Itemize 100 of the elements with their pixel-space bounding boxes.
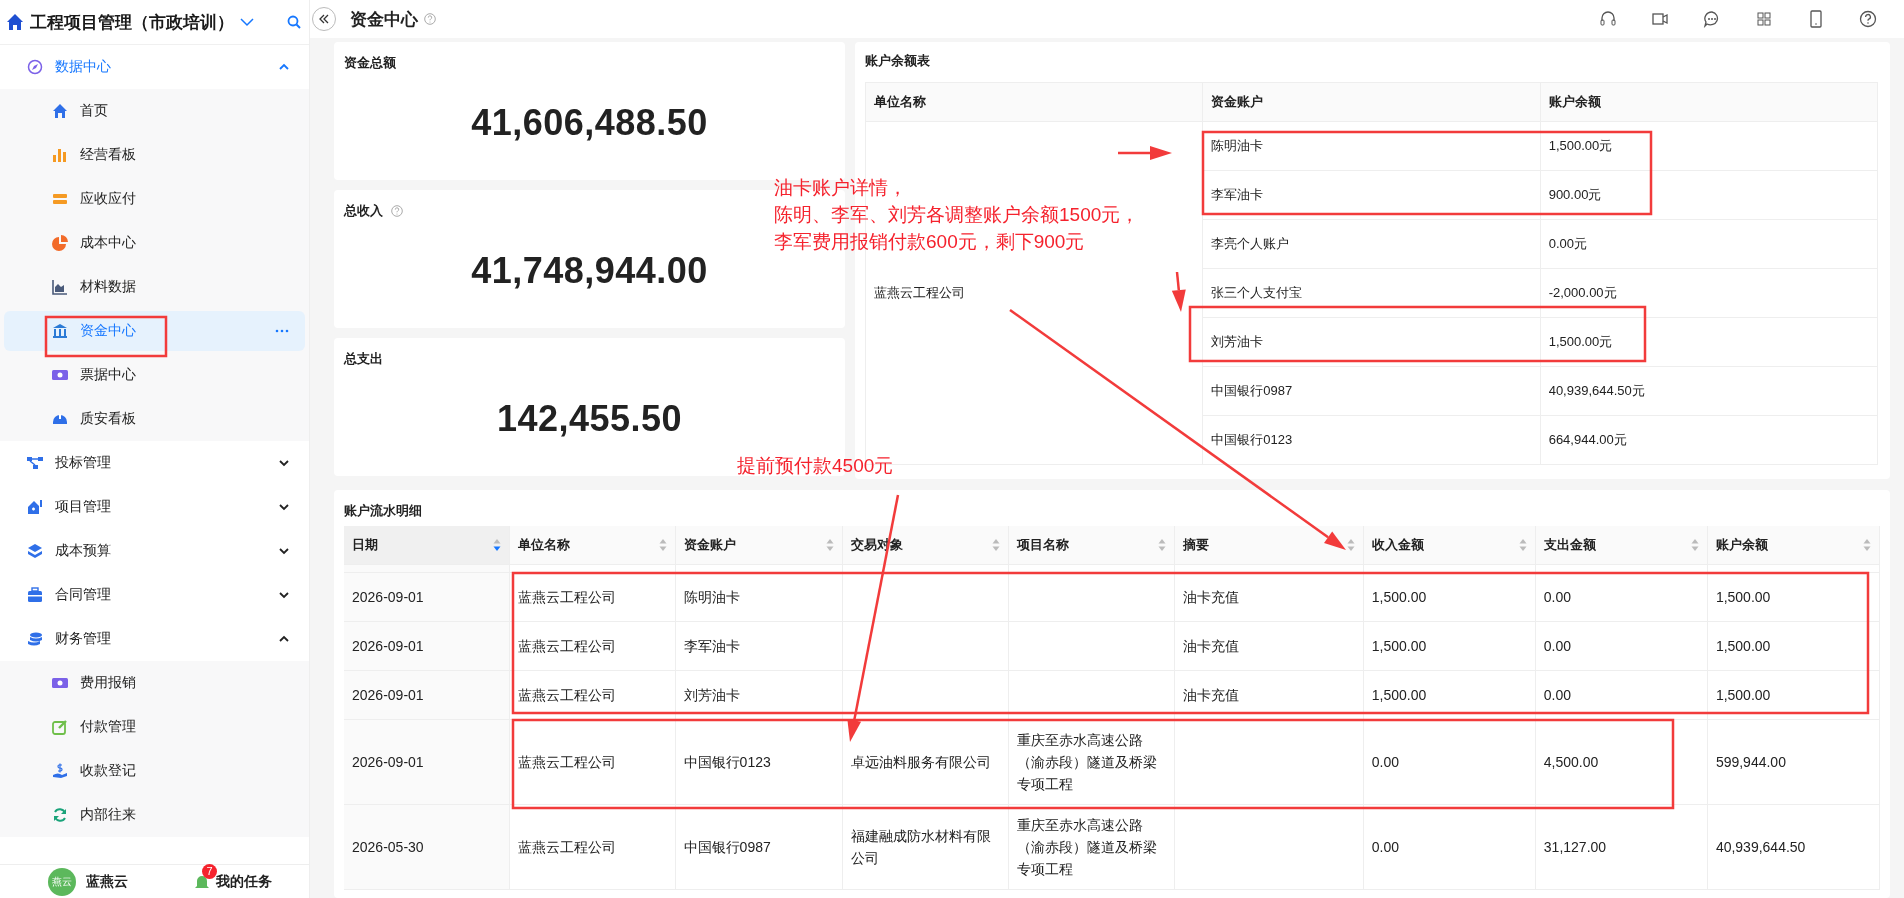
pie-chart-icon (52, 235, 68, 251)
grid-icon (1755, 10, 1773, 28)
menu-item[interactable]: 质安看板 (4, 399, 305, 439)
compass-icon (27, 59, 43, 75)
chevron-up-icon[interactable] (279, 634, 289, 644)
coins-icon (27, 631, 43, 647)
menu-group[interactable]: 项目管理 (0, 485, 309, 529)
stat-value: 142,455.50 (495, 398, 684, 440)
chevron-down-icon[interactable] (279, 590, 289, 600)
column-header: 账户余额 (1540, 82, 1878, 122)
table-cell: 1,500.00 (1707, 670, 1880, 719)
table-cell: 1,500.00 (1363, 572, 1536, 621)
menu-item[interactable]: 材料数据 (4, 267, 305, 307)
chat-icon (1703, 10, 1721, 28)
menu-item[interactable]: 费用报销 (4, 663, 305, 703)
bar-chart-icon (52, 147, 68, 163)
stack-icon (52, 191, 68, 207)
chevron-down-icon[interactable] (279, 458, 289, 468)
menu-group[interactable]: 投标管理 (0, 441, 309, 485)
refresh-icon (52, 807, 68, 823)
table-cell: 蓝燕云工程公司 (509, 719, 676, 804)
more-icon[interactable] (275, 329, 289, 333)
tasks-link[interactable]: 我的任务 (216, 872, 272, 891)
hand-coin-icon (52, 763, 68, 779)
table-cell: 0.00元 (1540, 219, 1878, 269)
table-cell: 4,500.00 (1535, 719, 1708, 804)
menu-item[interactable]: 内部往来 (4, 795, 305, 835)
table-cell: 中国银行0123 (675, 719, 843, 804)
section-title: 账户余额表 (865, 52, 931, 70)
table-cell: 664,944.00元 (1540, 415, 1878, 465)
stat-value: 41,748,944.00 (470, 250, 709, 292)
menu-group[interactable]: 数据中心 (0, 45, 309, 89)
menu-item[interactable]: 首页 (4, 91, 305, 131)
table-cell: -2,000.00元 (1540, 268, 1878, 318)
help-icon (1859, 10, 1877, 28)
stat-value: 41,606,488.50 (470, 102, 709, 144)
avatar: 燕云 (48, 867, 76, 896)
table-cell: 40,939,644.50元 (1540, 366, 1878, 416)
phone-icon (1807, 10, 1825, 28)
bell-icon[interactable] (194, 873, 210, 890)
home-icon (52, 103, 68, 119)
menu-item[interactable]: 经营看板 (4, 135, 305, 175)
menu-item[interactable]: 票据中心 (4, 355, 305, 395)
menu-item[interactable]: 收款登记 (4, 751, 305, 791)
annotation-note: 陈明、李军、刘芳各调整账户余额1500元， (774, 203, 1140, 227)
section-title: 账户流水明细 (344, 502, 423, 520)
table-cell: 油卡充值 (1174, 670, 1364, 719)
user-name: 蓝燕云 (86, 872, 128, 891)
menu-item[interactable]: 付款管理 (4, 707, 305, 747)
table-cell: 1,500.00元 (1540, 317, 1878, 367)
table-cell: 李军油卡 (675, 621, 843, 670)
stat-label: 资金总额 (344, 54, 396, 72)
edit-icon (52, 719, 68, 735)
table-cell: 1,500.00 (1363, 621, 1536, 670)
banknote-icon (52, 367, 68, 383)
network-icon (27, 455, 43, 471)
annotation-arrow (1118, 146, 1172, 160)
table-cell: 2026-09-01 (344, 719, 510, 804)
sort-icon[interactable] (492, 537, 501, 552)
headset-icon (1599, 10, 1617, 28)
help-icon (424, 13, 436, 25)
search-icon[interactable] (287, 15, 301, 29)
menu-item[interactable]: 资金中心 (4, 311, 305, 351)
column-header: 资金账户 (1202, 82, 1541, 122)
page-title: 资金中心 (350, 8, 418, 31)
table-cell: 陈明油卡 (675, 572, 843, 621)
table-cell: 2026-09-01 (344, 621, 510, 670)
video-icon (1651, 10, 1669, 28)
table-cell: 李军油卡 (1202, 170, 1541, 220)
table-cell: 蓝燕云工程公司 (509, 572, 676, 621)
stat-label: 总收入 (344, 202, 383, 220)
table-cell: 0.00 (1363, 804, 1536, 889)
chevron-down-icon[interactable] (279, 502, 289, 512)
collapse-button[interactable] (312, 7, 336, 31)
table-cell: 张三个人支付宝 (1202, 268, 1541, 318)
table-cell: 0.00 (1535, 670, 1708, 719)
table-cell: 900.00元 (1540, 170, 1878, 220)
menu-group[interactable]: 成本预算 (0, 529, 309, 573)
table-cell: 2026-09-01 (344, 670, 510, 719)
table-cell: 重庆至赤水高速公路（渝赤段）隧道及桥梁专项工程 (1008, 719, 1175, 804)
menu-item[interactable]: 成本中心 (4, 223, 305, 263)
table-cell: 蓝燕云工程公司 (509, 621, 676, 670)
area-chart-icon (52, 279, 68, 295)
table-cell: 1,500.00 (1363, 670, 1536, 719)
annotation-note: 油卡账户详情， (774, 176, 907, 200)
chevron-down-icon[interactable] (279, 546, 289, 556)
menu-group[interactable]: 合同管理 (0, 573, 309, 617)
briefcase-icon (27, 587, 43, 603)
helmet-icon (52, 411, 68, 427)
banknote-icon (52, 675, 68, 691)
menu-item[interactable]: 应收应付 (4, 179, 305, 219)
menu-group[interactable]: 财务管理 (0, 617, 309, 661)
app-title: 工程项目管理（市政培训） (30, 11, 234, 34)
table-cell: 陈明油卡 (1202, 121, 1541, 171)
table-cell: 油卡充值 (1174, 621, 1364, 670)
table-cell: 1,500.00元 (1540, 121, 1878, 171)
stat-label: 总支出 (344, 350, 383, 368)
table-cell: 蓝燕云工程公司 (509, 670, 676, 719)
table-cell: 599,944.00 (1707, 719, 1880, 804)
table-cell: 蓝燕云工程公司 (509, 804, 676, 889)
